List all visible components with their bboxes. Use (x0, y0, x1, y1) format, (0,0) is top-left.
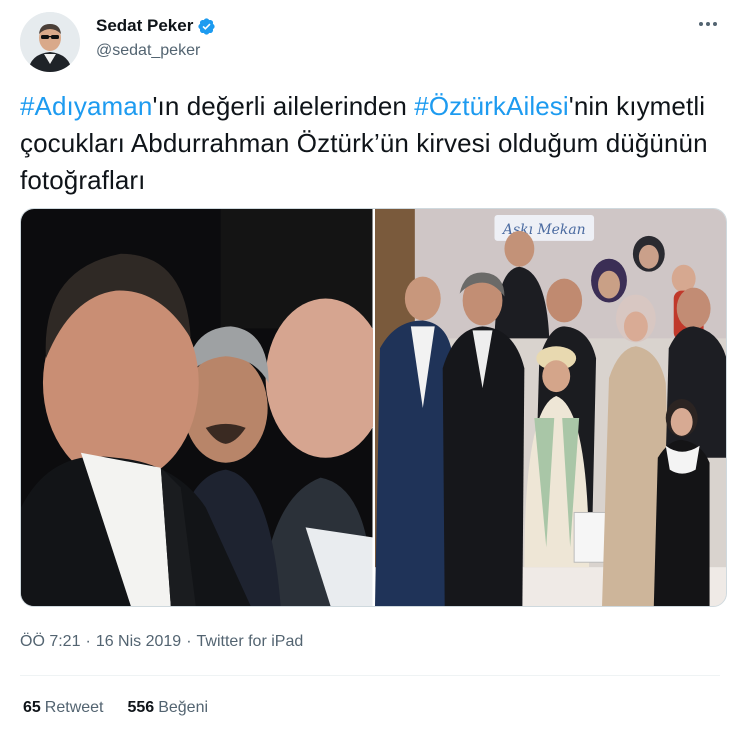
tweet-text: #Adıyaman'ın değerli ailelerinden #Öztür… (20, 88, 710, 199)
tweet-date[interactable]: 16 Nis 2019 (96, 631, 181, 653)
retweets-label: Retweet (44, 699, 104, 716)
likes-stat[interactable]: 556 Beğeni (128, 697, 209, 719)
divider (20, 675, 720, 676)
tweet-meta: ÖÖ 7:21 · 16 Nis 2019 · Twitter for iPad (20, 631, 303, 653)
verified-badge-icon (197, 17, 216, 36)
photo-1-image (21, 209, 373, 606)
tweet-text-segment: 'ın değerli ailelerinden (152, 91, 415, 121)
photo-2[interactable]: Aşkı Mekan (374, 209, 726, 606)
avatar[interactable] (20, 12, 80, 72)
photo-1[interactable] (21, 209, 373, 606)
tweet-time[interactable]: ÖÖ 7:21 (20, 631, 80, 653)
meta-separator: · (85, 633, 91, 650)
tweet-stats: 65 Retweet 556 Beğeni (23, 697, 208, 719)
retweets-count: 65 (23, 699, 41, 716)
tweet-source[interactable]: Twitter for iPad (197, 631, 304, 653)
hashtag-link[interactable]: #Adıyaman (20, 91, 152, 121)
hashtag-link[interactable]: #ÖztürkAilesi (414, 91, 568, 121)
avatar-image (20, 12, 80, 72)
likes-count: 556 (127, 699, 155, 716)
name-row: Sedat Peker (96, 14, 216, 38)
media-grid: Aşkı Mekan (20, 208, 727, 607)
more-horizontal-icon[interactable] (696, 14, 720, 34)
display-name[interactable]: Sedat Peker (96, 16, 193, 36)
user-block: Sedat Peker @sedat_peker (96, 14, 216, 62)
handle[interactable]: @sedat_peker (96, 40, 216, 62)
likes-label: Beğeni (158, 699, 209, 716)
meta-separator: · (186, 633, 192, 650)
retweets-stat[interactable]: 65 Retweet (23, 697, 104, 719)
photo-2-image: Aşkı Mekan (374, 209, 726, 606)
